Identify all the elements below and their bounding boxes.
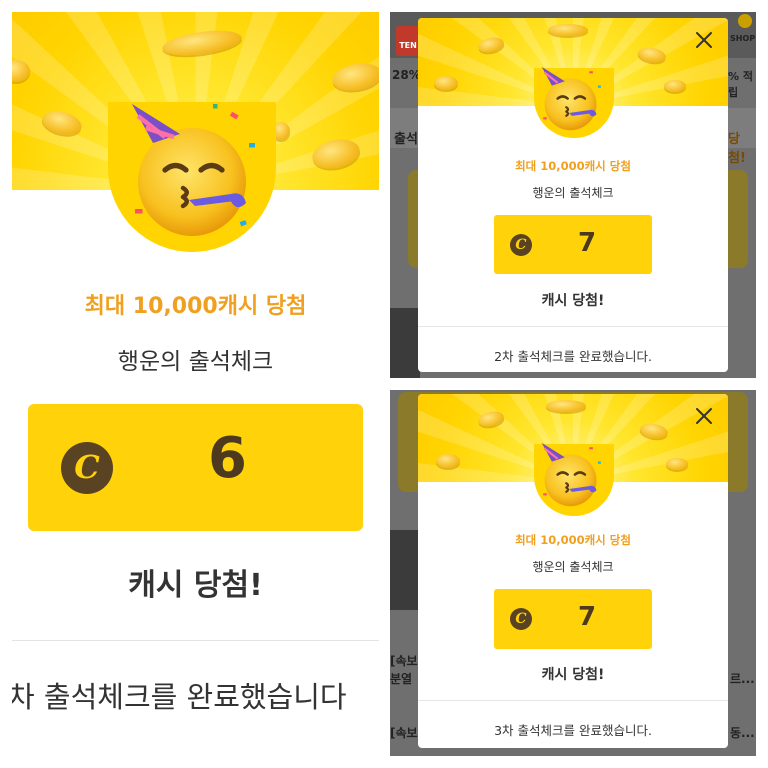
cash-won-text: 캐시 당첨! xyxy=(541,667,605,683)
attendance-modal-2: 최대 10,000캐시 당첨 행운의 출석체크 C 7 캐시 당첨! 2차 출석… xyxy=(418,18,728,372)
news-headline-line: 분열 xyxy=(390,672,413,686)
lucky-attendance-subtitle: 행운의 출석체크 xyxy=(117,349,274,375)
divider xyxy=(418,700,728,701)
coin-decoration xyxy=(436,454,460,468)
coin-decoration xyxy=(664,80,686,92)
lucky-attendance-subtitle: 행운의 출석체크 xyxy=(532,560,614,574)
section-tail: 당첨! xyxy=(728,132,746,166)
cash-won-text: 캐시 당첨! xyxy=(128,568,263,603)
promo-title: 최대 10,000캐시 당첨 xyxy=(84,294,307,319)
top-right-screenshot: TEN 28% SHOP % 적립 출석 당첨! 최대 10,000캐시 당첨 … xyxy=(390,12,756,378)
coin-decoration xyxy=(476,35,506,55)
cash-won-text: 캐시 당첨! xyxy=(541,293,605,309)
close-icon[interactable] xyxy=(692,404,716,428)
coin-decoration xyxy=(548,24,588,36)
coin-decoration xyxy=(309,135,363,173)
coin-decoration xyxy=(476,409,506,429)
cash-reward-box: C 7 xyxy=(494,589,652,649)
lucky-attendance-subtitle: 행운의 출석체크 xyxy=(532,186,614,200)
attendance-complete-text: 차 출석체크를 완료했습니다 xyxy=(12,680,347,714)
section-label: 출석 xyxy=(394,132,418,147)
cash-reward-box: C 7 xyxy=(494,215,652,274)
coin-decoration xyxy=(666,458,688,470)
left-attendance-panel: 최대 10,000캐시 당첨 행운의 출석체크 C 6 캐시 당첨! 차 출석체… xyxy=(12,12,379,756)
news-headline-tail: 동... xyxy=(730,726,755,740)
party-face-icon xyxy=(541,66,601,131)
divider xyxy=(12,640,379,641)
coin-decoration xyxy=(636,45,668,65)
attendance-complete-text: 3차 출석체크를 완료했습니다. xyxy=(494,723,652,738)
percent-text: 28% xyxy=(392,68,421,82)
cash-coin-icon: C xyxy=(61,442,113,494)
divider xyxy=(418,326,728,327)
promo-title: 최대 10,000캐시 당첨 xyxy=(515,533,631,547)
cash-coin-icon: C xyxy=(510,608,532,630)
shop-label: SHOP xyxy=(730,34,756,43)
cash-amount: 7 xyxy=(578,228,597,258)
coin-decoration xyxy=(330,59,379,95)
attendance-modal-3: 최대 10,000캐시 당첨 행운의 출석체크 C 7 캐시 당첨! 3차 출석… xyxy=(418,394,728,748)
coin-decoration xyxy=(546,400,586,412)
party-face-icon xyxy=(132,104,255,236)
coin-decoration xyxy=(12,60,30,82)
news-headline-tail: 르... xyxy=(730,672,755,686)
attendance-complete-text: 2차 출석체크를 완료했습니다. xyxy=(494,349,652,364)
cash-coin-icon: C xyxy=(510,234,532,256)
reward-rate-text: % 적립 xyxy=(728,70,753,99)
cash-amount: 6 xyxy=(208,426,247,491)
news-headline: [속보 xyxy=(390,726,418,740)
coin-decoration xyxy=(638,421,670,441)
news-headline: [속보 xyxy=(390,654,418,668)
coin-decoration xyxy=(160,26,244,60)
promo-title: 최대 10,000캐시 당첨 xyxy=(515,159,631,173)
bottom-right-screenshot: [속보 분열 르... [속보 동... 최대 10,000캐시 당첨 행운의 … xyxy=(390,390,756,756)
shop-coin-icon xyxy=(738,14,752,28)
cash-amount: 7 xyxy=(578,602,597,632)
close-icon[interactable] xyxy=(692,28,716,52)
party-face-icon xyxy=(541,442,601,507)
app-badge: TEN xyxy=(396,26,420,56)
thumbnail xyxy=(390,530,420,610)
thumbnail xyxy=(390,308,420,378)
coin-decoration xyxy=(434,76,458,90)
cash-reward-box: C 6 xyxy=(28,404,363,531)
coin-decoration xyxy=(39,107,85,139)
